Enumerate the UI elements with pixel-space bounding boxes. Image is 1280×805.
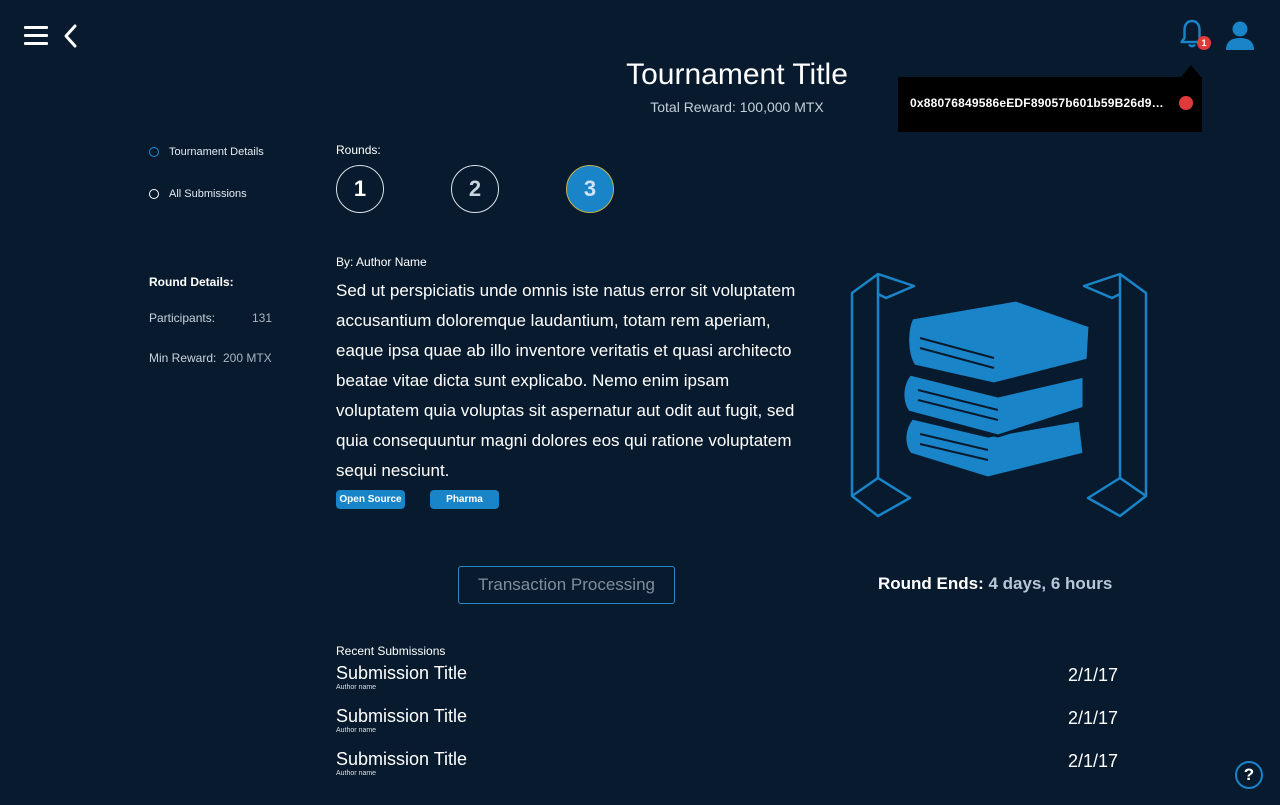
round-1-button[interactable]: 1 bbox=[336, 165, 384, 213]
nav-all-submissions[interactable]: All Submissions bbox=[149, 185, 247, 203]
submission-author: Author name bbox=[336, 770, 377, 777]
submission-date: 2/1/17 bbox=[1067, 708, 1118, 728]
rounds-label: Rounds: bbox=[336, 143, 381, 157]
round-description: Sed ut perspiciatis unde omnis iste natu… bbox=[336, 281, 796, 480]
submission-author: Author name bbox=[336, 684, 377, 691]
notifications-button[interactable]: 1 bbox=[1178, 18, 1211, 52]
nav-label: Tournament Details bbox=[169, 146, 264, 158]
tag-pharma[interactable]: Pharma bbox=[430, 490, 499, 509]
page-title: Tournament Title bbox=[626, 58, 848, 91]
nav-label: All Submissions bbox=[169, 188, 247, 200]
notification-count-badge: 1 bbox=[1197, 36, 1211, 50]
round-ends: Round Ends: 4 days, 6 hours bbox=[878, 574, 1112, 594]
min-reward-label: Min Reward: bbox=[149, 351, 217, 365]
round-3-button[interactable]: 3 bbox=[566, 165, 614, 213]
nav-tournament-details[interactable]: Tournament Details bbox=[149, 143, 264, 161]
radio-icon bbox=[149, 189, 159, 199]
recent-submissions-heading: Recent Submissions bbox=[336, 644, 446, 658]
hamburger-menu-icon[interactable] bbox=[24, 26, 48, 46]
submission-row[interactable]: Submission Title Author name 2/1/17 bbox=[336, 706, 1118, 746]
submission-title: Submission Title bbox=[336, 749, 468, 769]
submission-row[interactable]: Submission Title Author name 2/1/17 bbox=[336, 663, 1118, 703]
participants-label: Participants: bbox=[149, 311, 216, 325]
popover-arrow bbox=[1181, 65, 1201, 77]
chevron-left-icon[interactable] bbox=[60, 22, 82, 50]
submission-author: Author name bbox=[336, 727, 377, 734]
round-ends-label: Round Ends: bbox=[878, 574, 984, 593]
question-icon[interactable]: ? bbox=[1235, 761, 1263, 789]
round-ends-value: 4 days, 6 hours bbox=[988, 574, 1113, 593]
books-stack-icon bbox=[848, 268, 1150, 520]
submission-row[interactable]: Submission Title Author name 2/1/17 bbox=[336, 749, 1118, 789]
author-line: By: Author Name bbox=[336, 255, 427, 269]
participants-value: 131 bbox=[252, 311, 273, 325]
radio-icon bbox=[149, 147, 159, 157]
transaction-processing-button[interactable]: Transaction Processing bbox=[458, 566, 675, 604]
wallet-status-indicator bbox=[1179, 96, 1193, 110]
submission-title: Submission Title bbox=[336, 706, 468, 726]
min-reward-value: 200 MTX bbox=[223, 351, 272, 365]
round-2-button[interactable]: 2 bbox=[451, 165, 499, 213]
tag-open-source[interactable]: Open Source bbox=[336, 490, 405, 509]
submission-title: Submission Title bbox=[336, 663, 468, 683]
user-icon[interactable] bbox=[1222, 20, 1258, 52]
submission-date: 2/1/17 bbox=[1067, 751, 1118, 771]
submission-date: 2/1/17 bbox=[1067, 665, 1118, 685]
total-reward: Total Reward: 100,000 MTX bbox=[650, 99, 824, 115]
round-details-heading: Round Details: bbox=[149, 275, 234, 289]
